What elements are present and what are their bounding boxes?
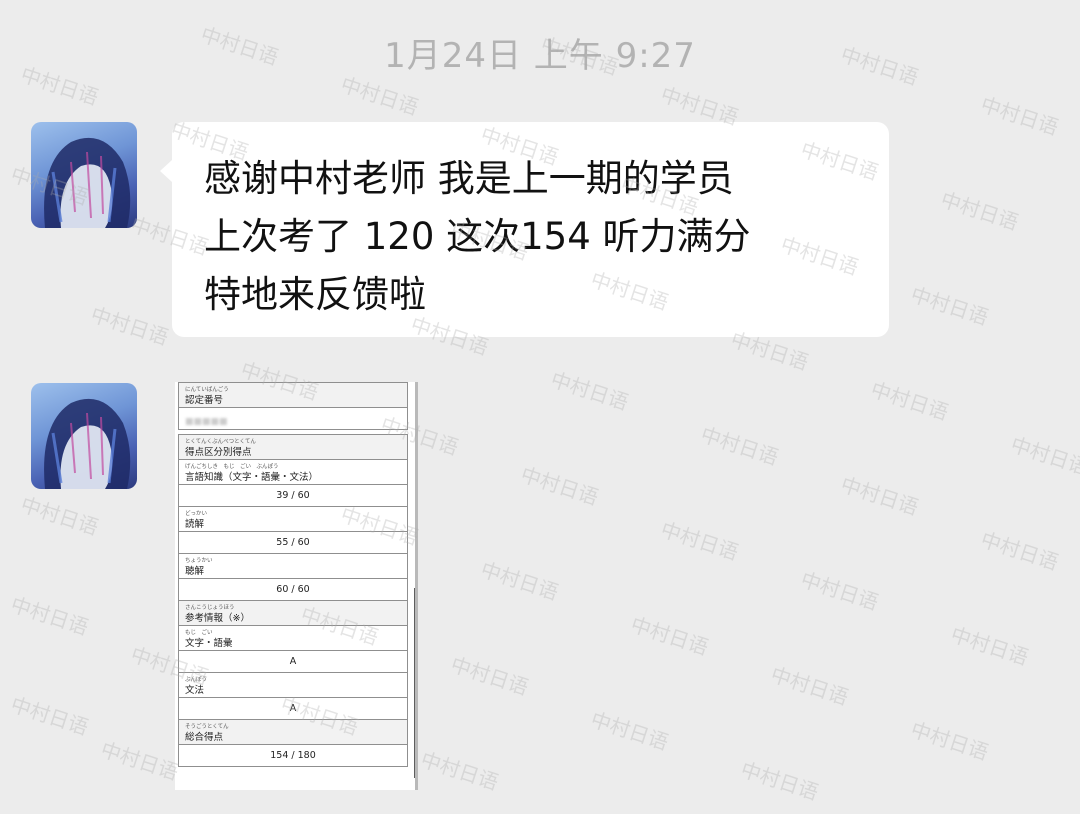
vocabulary-label: 文字・語彙 bbox=[185, 638, 233, 649]
furigana: ちょうかい bbox=[185, 558, 213, 564]
table-row: とくてんくぶんべつとくてん 得点区分別得点 bbox=[178, 434, 408, 460]
furigana: そうごうとくてん bbox=[185, 724, 229, 730]
message-timestamp: 1月24日 上午 9:27 bbox=[384, 36, 696, 76]
total-score-label: 総合得点 bbox=[185, 732, 224, 743]
watermark: 中村日语 bbox=[767, 662, 852, 710]
cert-number-label: 認定番号 bbox=[185, 395, 224, 406]
redacted-value: ■■■■■ bbox=[185, 417, 228, 427]
vocabulary-grade: A bbox=[178, 650, 408, 673]
message-line: 特地来反馈啦 bbox=[204, 273, 426, 316]
listening-label: 聴解 bbox=[185, 566, 205, 577]
table-row: 154 / 180 bbox=[178, 744, 408, 767]
reference-info-label: 参考情報（※） bbox=[185, 613, 250, 624]
table-row: げんごちしき もじ ごい ぶんぽう 言語知識（文字・語彙・文法） bbox=[178, 459, 408, 485]
watermark: 中村日语 bbox=[17, 492, 102, 540]
watermark: 中村日语 bbox=[937, 187, 1022, 235]
watermark: 中村日语 bbox=[417, 747, 502, 795]
score-report-image[interactable]: にんていばんごう 認定番号 ■■■■■ とくてんくぶんべつとくてん 得点区分別得… bbox=[175, 382, 418, 790]
watermark: 中村日语 bbox=[947, 622, 1032, 670]
watermark: 中村日语 bbox=[737, 757, 822, 805]
watermark: 中村日语 bbox=[97, 737, 182, 785]
language-knowledge-label: 言語知識（文字・語彙・文法） bbox=[185, 472, 319, 483]
watermark: 中村日语 bbox=[627, 612, 712, 660]
grammar-grade: A bbox=[178, 697, 408, 720]
watermark: 中村日语 bbox=[447, 652, 532, 700]
watermark: 中村日语 bbox=[867, 377, 952, 425]
total-score: 154 / 180 bbox=[178, 744, 408, 767]
watermark: 中村日语 bbox=[797, 567, 882, 615]
watermark: 中村日语 bbox=[907, 282, 992, 330]
watermark: 中村日语 bbox=[7, 692, 92, 740]
image-scrollbar bbox=[414, 588, 415, 778]
watermark: 中村日语 bbox=[907, 717, 992, 765]
language-knowledge-score: 39 / 60 bbox=[178, 484, 408, 507]
furigana: どっかい bbox=[185, 511, 208, 517]
watermark: 中村日语 bbox=[87, 302, 172, 350]
table-row: A bbox=[178, 697, 408, 720]
sender-avatar[interactable] bbox=[31, 383, 137, 489]
message-bubble[interactable]: 感谢中村老师 我是上一期的学员 上次考了 120 这次154 听力满分 特地来反… bbox=[160, 122, 889, 337]
watermark: 中村日语 bbox=[587, 707, 672, 755]
table-row: ■■■■■ bbox=[178, 407, 408, 430]
table-row: 55 / 60 bbox=[178, 531, 408, 554]
sender-avatar[interactable] bbox=[31, 122, 137, 228]
table-row: A bbox=[178, 650, 408, 673]
furigana: もじ ごい bbox=[185, 630, 213, 636]
table-row: もじ ごい 文字・語彙 bbox=[178, 625, 408, 651]
score-table: にんていばんごう 認定番号 ■■■■■ とくてんくぶんべつとくてん 得点区分別得… bbox=[178, 382, 408, 767]
table-row: どっかい 読解 bbox=[178, 506, 408, 532]
watermark: 中村日语 bbox=[977, 92, 1062, 140]
reading-score: 55 / 60 bbox=[178, 531, 408, 554]
message-line: 感谢中村老师 我是上一期的学员 bbox=[204, 157, 734, 200]
furigana: ぶんぽう bbox=[185, 677, 208, 683]
section-scores-label: 得点区分別得点 bbox=[185, 447, 252, 458]
message-line: 上次考了 120 这次154 听力满分 bbox=[204, 215, 751, 258]
listening-score: 60 / 60 bbox=[178, 578, 408, 601]
watermark: 中村日语 bbox=[7, 592, 92, 640]
watermark: 中村日语 bbox=[977, 527, 1062, 575]
furigana: げんごちしき もじ ごい ぶんぽう bbox=[185, 464, 279, 470]
watermark: 中村日语 bbox=[657, 517, 742, 565]
watermark: 中村日语 bbox=[837, 472, 922, 520]
furigana: にんていばんごう bbox=[185, 387, 229, 393]
table-row: 39 / 60 bbox=[178, 484, 408, 507]
watermark: 中村日语 bbox=[517, 462, 602, 510]
watermark: 中村日语 bbox=[547, 367, 632, 415]
furigana: とくてんくぶんべつとくてん bbox=[185, 439, 256, 445]
grammar-label: 文法 bbox=[185, 685, 205, 696]
table-row: ちょうかい 聴解 bbox=[178, 553, 408, 579]
watermark: 中村日语 bbox=[1007, 432, 1080, 480]
table-row: 60 / 60 bbox=[178, 578, 408, 601]
reading-label: 読解 bbox=[185, 519, 205, 530]
table-row: そうごうとくてん 総合得点 bbox=[178, 719, 408, 745]
watermark: 中村日语 bbox=[477, 557, 562, 605]
furigana: さんこうじょうほう bbox=[185, 605, 235, 611]
watermark: 中村日语 bbox=[697, 422, 782, 470]
table-row: にんていばんごう 認定番号 bbox=[178, 382, 408, 408]
table-row: さんこうじょうほう 参考情報（※） bbox=[178, 600, 408, 626]
table-row: ぶんぽう 文法 bbox=[178, 672, 408, 698]
